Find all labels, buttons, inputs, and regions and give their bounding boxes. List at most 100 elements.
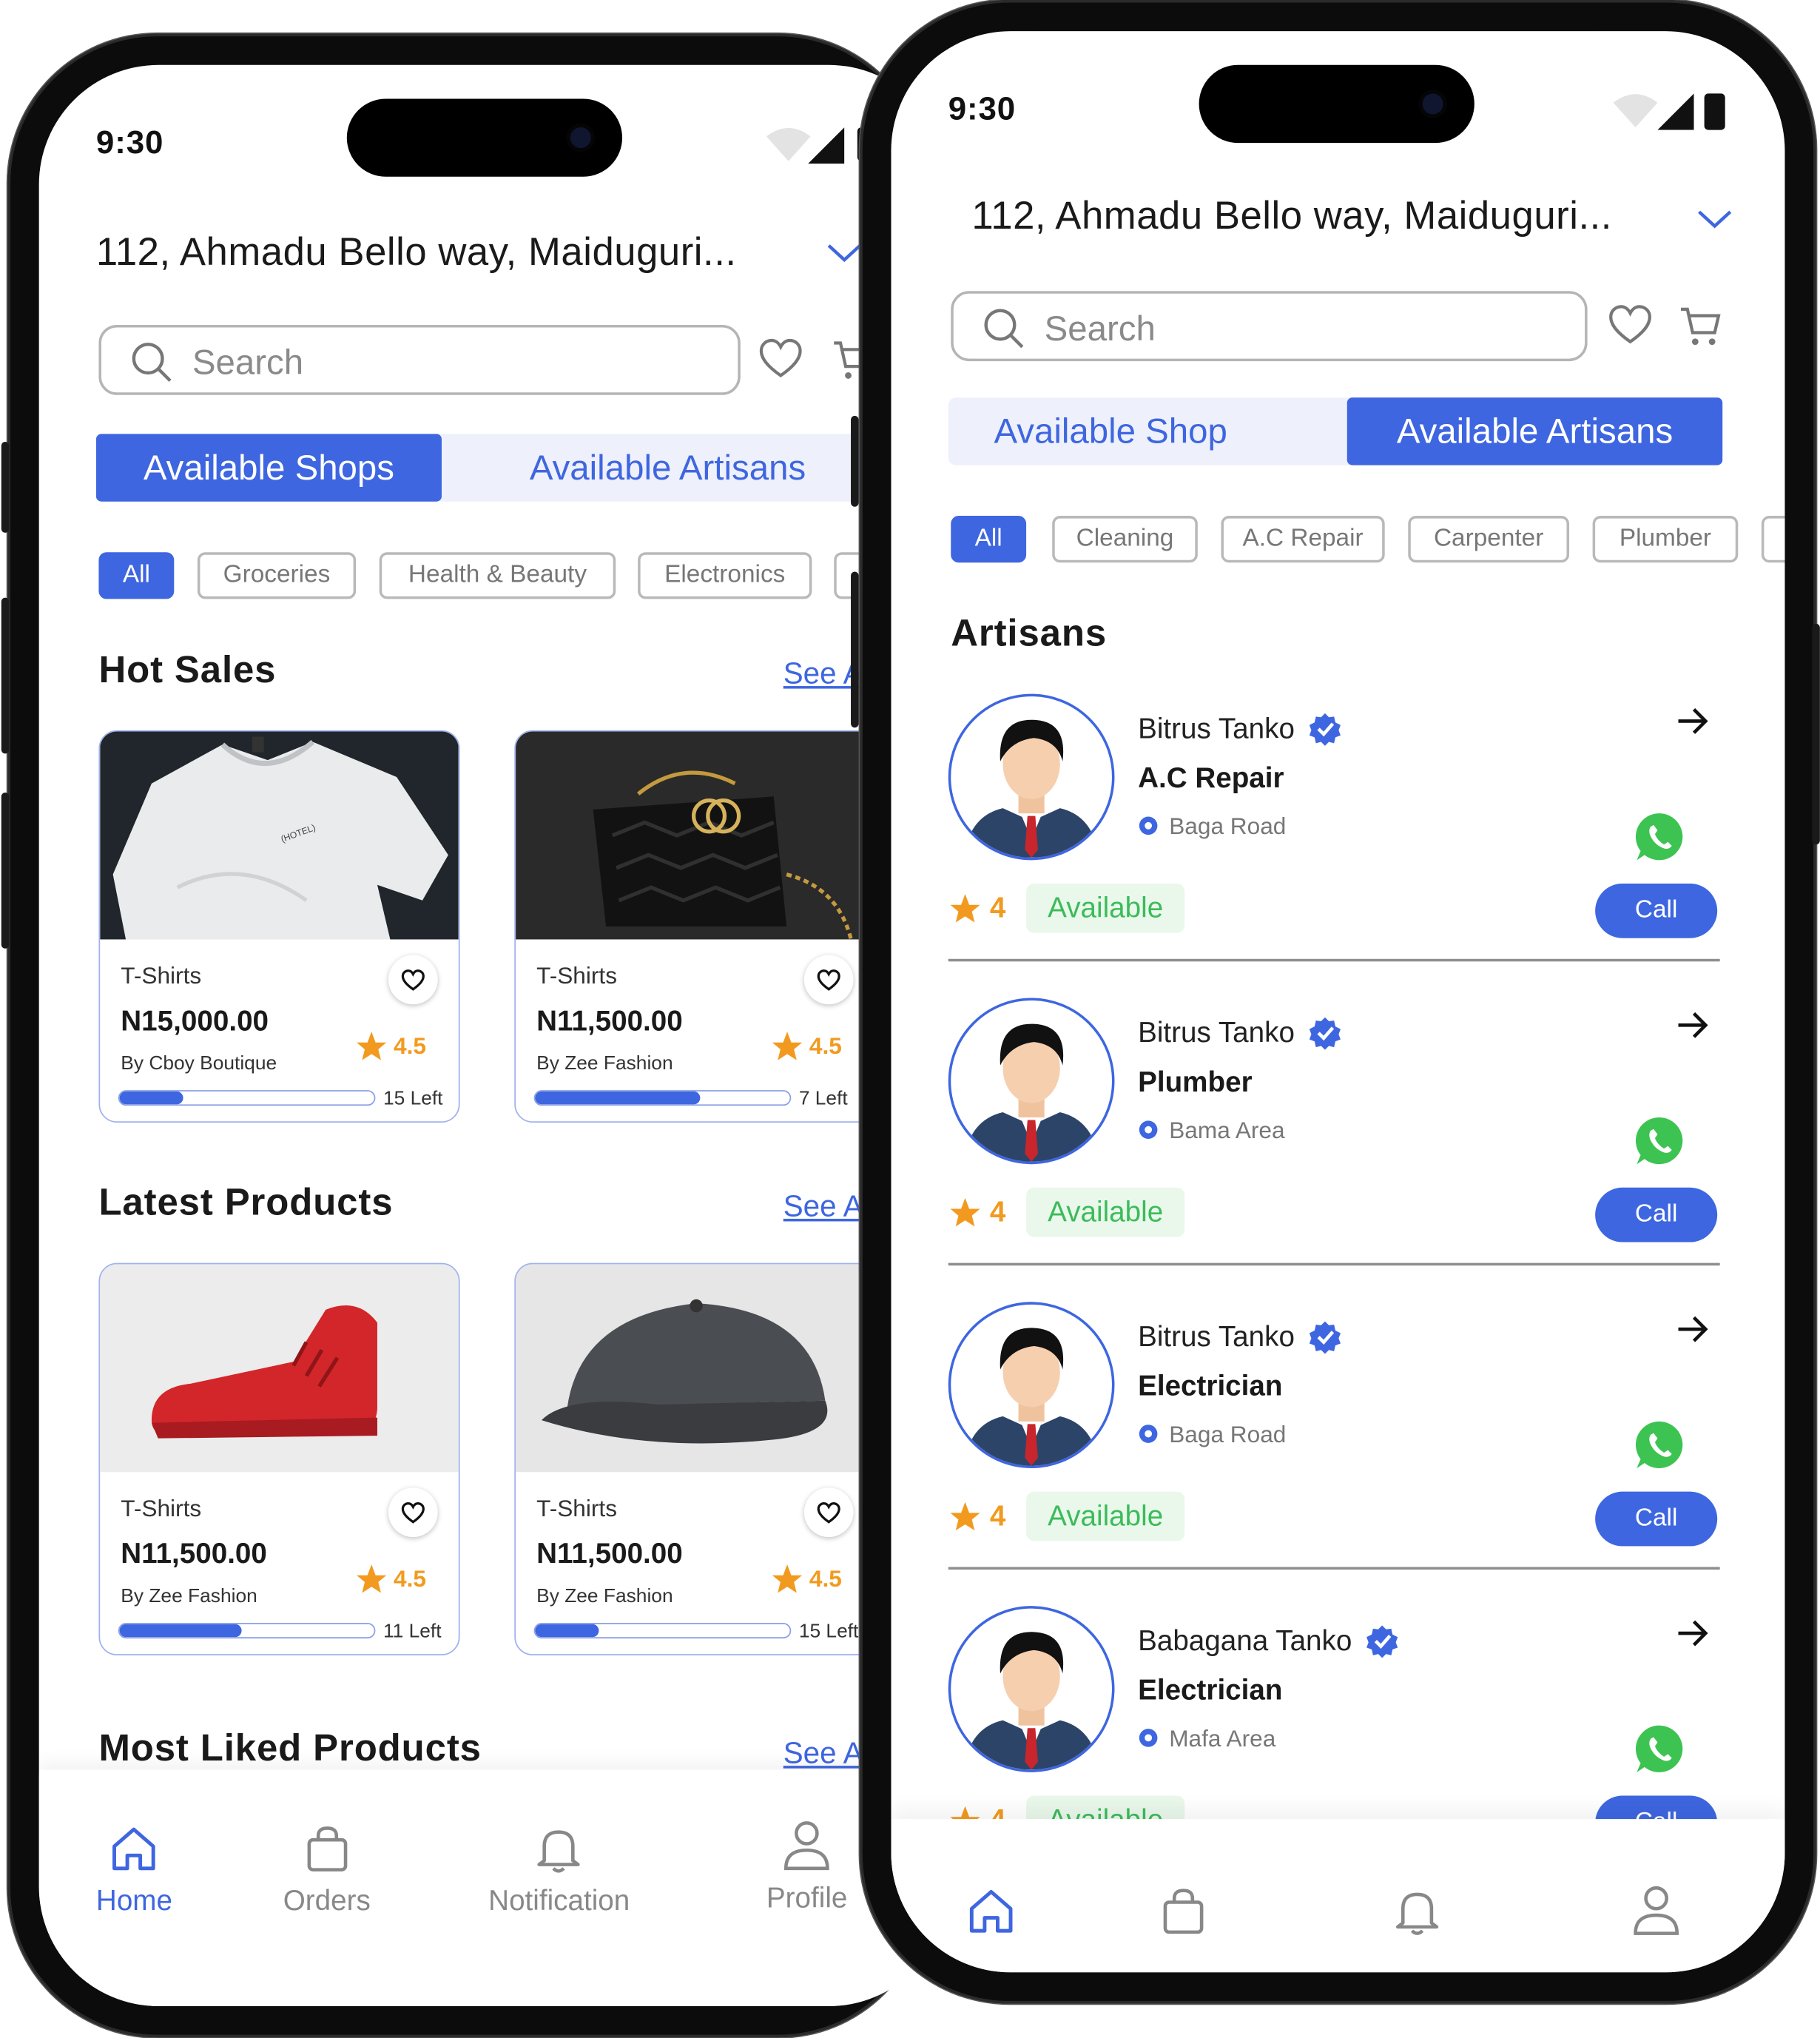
chip-more[interactable] (1761, 516, 1785, 563)
dynamic-island (346, 98, 623, 177)
artisan-card[interactable]: Bitrus Tanko Electrician Baga Road 4 Ava… (948, 1302, 1728, 1606)
nav-notification[interactable]: Notification (488, 1824, 630, 1917)
nav-profile-label: Profile (766, 1881, 848, 1914)
nav-profile[interactable] (1631, 1884, 1681, 1936)
favorite-button[interactable] (803, 1487, 854, 1538)
rating-value: 4.5 (809, 1032, 842, 1059)
chip-ac-repair[interactable]: A.C Repair (1221, 516, 1385, 563)
person-avatar-icon (963, 719, 1099, 858)
nav-orders[interactable] (1159, 1886, 1208, 1936)
whatsapp-icon[interactable] (1634, 1419, 1686, 1470)
call-button[interactable]: Call (1595, 1187, 1718, 1242)
search-input[interactable]: Search (98, 324, 741, 395)
person-avatar-icon (963, 1023, 1099, 1162)
location-pin-icon (1139, 1424, 1158, 1442)
chip-cleaning[interactable]: Cleaning (1052, 516, 1198, 563)
chip-all[interactable]: All (98, 552, 175, 599)
rating-value: 4.5 (809, 1565, 842, 1592)
delivery-address[interactable]: 112, Ahmadu Bello way, Maiduguri... (971, 195, 1612, 239)
favorite-button[interactable] (388, 955, 438, 1005)
call-button[interactable]: Call (1595, 1491, 1718, 1547)
product-seller: By Zee Fashion (536, 1585, 673, 1607)
right-phone-side-button (851, 415, 859, 507)
search-placeholder: Search (192, 343, 304, 383)
tab-available-artisans[interactable]: Available Artisans (1347, 397, 1723, 465)
nav-notification[interactable] (1392, 1886, 1442, 1936)
product-card[interactable]: T-Shirts N11,500.00 By Zee Fashion 4.5 7… (514, 730, 876, 1123)
heart-icon[interactable] (758, 338, 803, 380)
artisan-rating: 4 (948, 891, 1005, 925)
whatsapp-icon[interactable] (1634, 811, 1686, 863)
search-input[interactable]: Search (951, 291, 1588, 362)
status-time: 9:30 (95, 124, 164, 161)
stock-left-label: 15 Left (798, 1620, 859, 1643)
arrow-right-icon[interactable] (1676, 1011, 1710, 1040)
artisan-role: A.C Repair (1138, 761, 1284, 794)
artisan-location: Bama Area (1138, 1117, 1285, 1145)
stock-progress-bar (118, 1622, 376, 1639)
bottom-nav-bar (891, 1819, 1785, 1973)
artisan-location: Mafa Area (1138, 1726, 1275, 1753)
chip-groceries[interactable]: Groceries (197, 552, 357, 599)
chip-carpenter[interactable]: Carpenter (1408, 516, 1570, 563)
nav-profile[interactable]: Profile (766, 1819, 847, 1915)
artisan-name: Bitrus Tanko (1138, 1319, 1295, 1353)
search-icon (132, 343, 172, 383)
artisan-name: Bitrus Tanko (1138, 712, 1295, 745)
rating-value: 4 (989, 1499, 1006, 1533)
product-card[interactable]: T-Shirts N11,500.00 By Zee Fashion 4.5 1… (514, 1262, 876, 1655)
stock-progress-fill (119, 1624, 242, 1638)
product-rating: 4.5 (770, 1563, 842, 1595)
product-category: T-Shirts (536, 963, 618, 989)
nav-orders-label: Orders (283, 1883, 371, 1917)
product-card[interactable]: T-Shirts N11,500.00 By Zee Fashion 4.5 1… (98, 1262, 460, 1655)
favorite-button[interactable] (803, 955, 854, 1005)
bell-icon (538, 1830, 581, 1873)
artisan-location-text: Bama Area (1169, 1117, 1285, 1144)
right-phone-screen: 9:30 112, Ahmadu Bello way, Maiduguri...… (891, 31, 1785, 1973)
person-avatar-icon (963, 1328, 1099, 1466)
star-icon (950, 893, 980, 922)
chip-electronics[interactable]: Electronics (638, 552, 812, 599)
artisan-location: Baga Road (1138, 1422, 1286, 1449)
verified-badge-icon (1309, 713, 1341, 746)
chevron-down-icon[interactable] (826, 242, 863, 266)
tab-available-shop[interactable]: Available Shop (948, 397, 1273, 465)
nav-home[interactable] (966, 1886, 1016, 1936)
heart-icon (817, 1501, 840, 1523)
whatsapp-icon[interactable] (1634, 1723, 1686, 1775)
home-icon (112, 1827, 156, 1871)
heart-icon[interactable] (1608, 304, 1653, 346)
home-icon (969, 1889, 1013, 1933)
camera-lens (1422, 93, 1443, 115)
call-button[interactable]: Call (1595, 883, 1718, 938)
nav-home[interactable]: Home (96, 1824, 172, 1917)
artisan-name-row: Bitrus Tanko (1138, 1016, 1341, 1050)
tab-available-artisans[interactable]: Available Artisans (486, 434, 850, 501)
artisan-location-text: Baga Road (1169, 813, 1287, 840)
signal-icon (808, 127, 845, 164)
location-pin-icon (1139, 1120, 1158, 1139)
cart-icon[interactable] (1678, 304, 1722, 349)
chip-plumber[interactable]: Plumber (1592, 516, 1739, 563)
section-title-latest-products: Latest Products (98, 1182, 394, 1224)
favorite-button[interactable] (388, 1487, 438, 1538)
divider (948, 958, 1720, 962)
chip-health-beauty[interactable]: Health & Beauty (379, 552, 616, 599)
nav-orders[interactable]: Orders (283, 1824, 371, 1917)
arrow-right-icon[interactable] (1676, 1619, 1710, 1648)
arrow-right-icon[interactable] (1676, 1315, 1710, 1344)
left-phone-side-button (1, 597, 10, 754)
tab-bar: Available Shop Available Artisans (948, 397, 1723, 465)
stock-progress-bar (118, 1090, 376, 1106)
product-card[interactable]: (HOTEL) T-Shirts N15,000.00 By Cboy Bout… (98, 730, 460, 1123)
arrow-right-icon[interactable] (1676, 707, 1710, 736)
tab-available-shops[interactable]: Available Shops (95, 434, 442, 502)
artisan-card[interactable]: Bitrus Tanko Plumber Bama Area 4 Availab… (948, 998, 1728, 1302)
chevron-down-icon[interactable] (1696, 208, 1733, 232)
chip-all[interactable]: All (951, 516, 1027, 563)
whatsapp-icon[interactable] (1634, 1114, 1686, 1166)
artisan-card[interactable]: Bitrus Tanko A.C Repair Baga Road 4 Avai… (948, 693, 1728, 998)
artisan-location-text: Mafa Area (1169, 1725, 1276, 1752)
delivery-address[interactable]: 112, Ahmadu Bello way, Maiduguri... (96, 232, 737, 276)
